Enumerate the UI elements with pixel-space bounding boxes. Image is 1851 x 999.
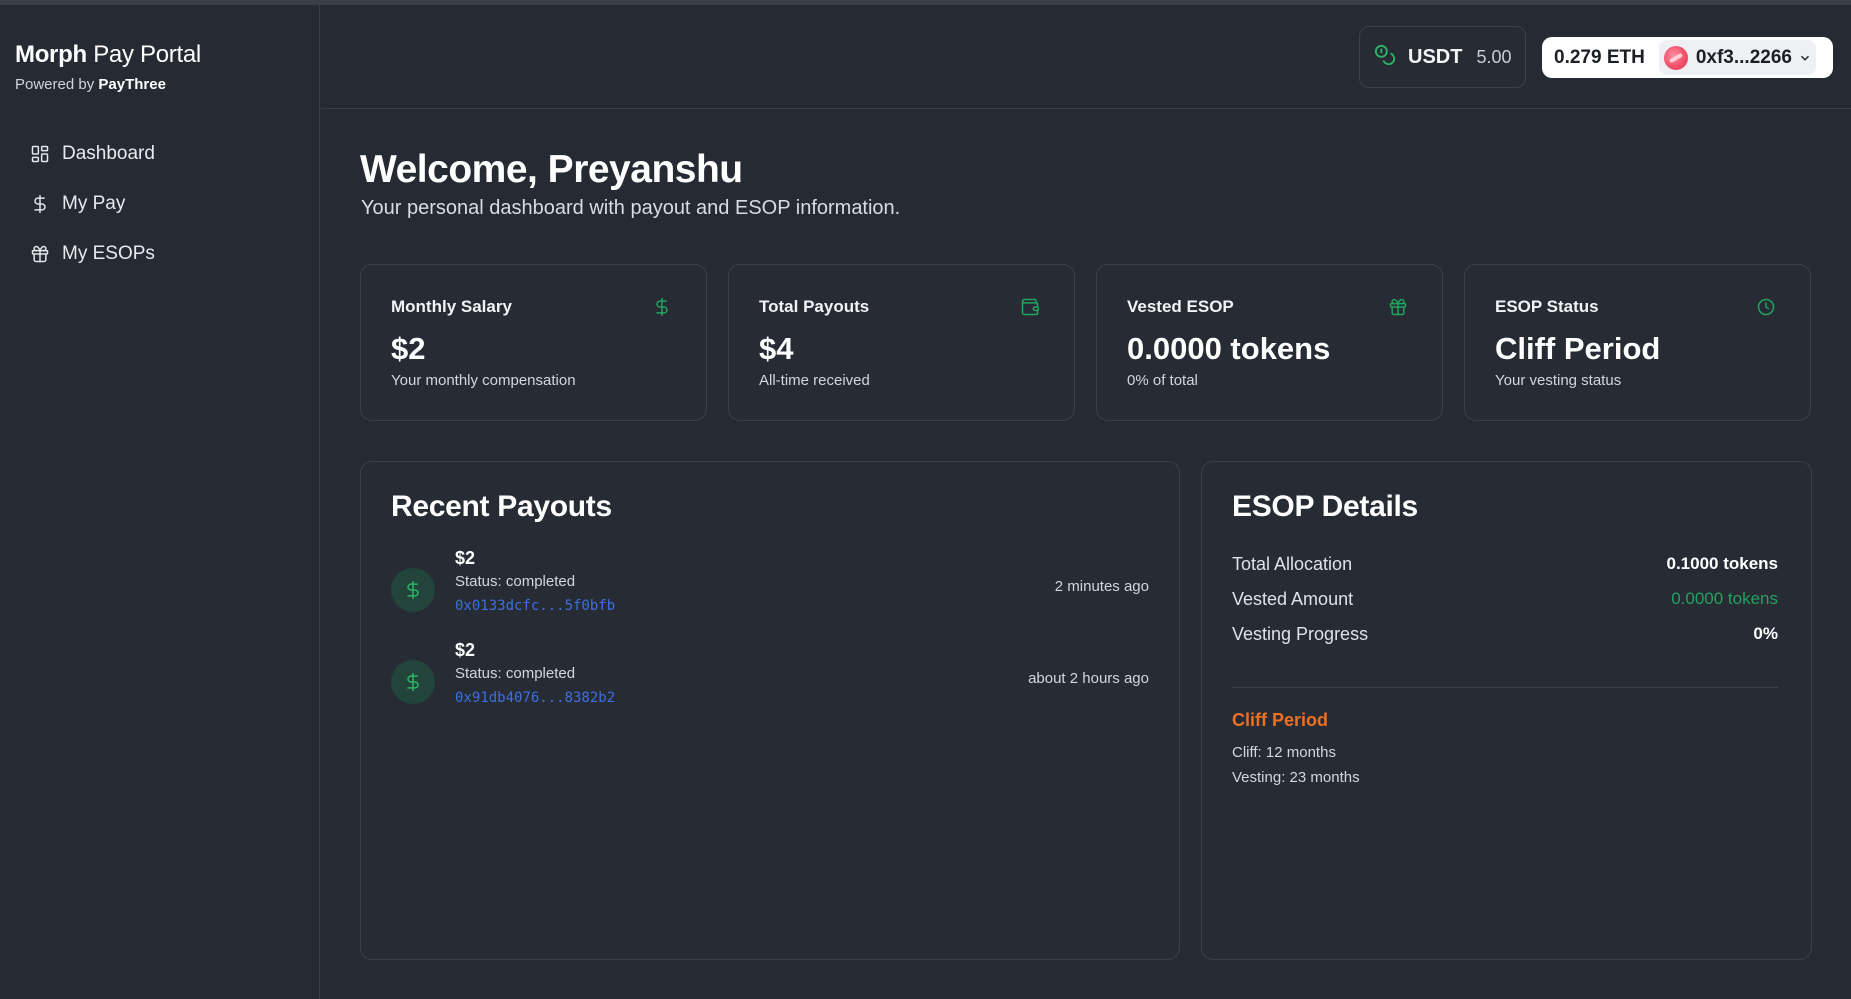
vesting-duration: Vesting: 23 months (1232, 769, 1360, 786)
dollar-icon (30, 194, 50, 214)
chevron-down-icon (1800, 55, 1809, 61)
detail-value: 0.1000 tokens (1666, 554, 1778, 573)
detail-label: Vested Amount (1232, 589, 1354, 609)
sidebar-item-my-esops[interactable]: My ESOPs (30, 229, 155, 279)
dollar-icon (652, 297, 672, 317)
card-note: Your vesting status (1495, 372, 1622, 389)
card-value: 0.0000 tokens (1127, 331, 1331, 366)
payout-time: 2 minutes ago (1054, 578, 1149, 595)
card-value: $4 (759, 331, 794, 366)
card-label: Vested ESOP (1127, 297, 1234, 316)
card-note: All-time received (759, 372, 870, 389)
token-balance: 5.00 (1476, 46, 1512, 67)
card-label: Total Payouts (759, 297, 870, 316)
detail-value: 0.0000 tokens (1671, 589, 1778, 608)
brand-name-light: Pay Portal (93, 41, 201, 68)
avatar (1663, 45, 1688, 70)
payout-status: Status: completed (455, 573, 576, 590)
detail-label: Vesting Progress (1232, 624, 1369, 644)
divider (1232, 687, 1778, 688)
payout-status: Status: completed (455, 665, 576, 682)
token-balance-chip[interactable]: USDT 5.00 (1359, 26, 1526, 88)
stat-card-monthly-salary: Monthly Salary $2 Your monthly compensat… (360, 264, 707, 421)
token-symbol: USDT (1408, 45, 1463, 68)
top-header: USDT 5.00 0.279 ETH 0xf3...2266 (321, 5, 1851, 109)
card-value: Cliff Period (1495, 331, 1661, 366)
stat-card-esop-status: ESOP Status Cliff Period Your vesting st… (1464, 264, 1811, 421)
powered-prefix: Powered by (15, 76, 95, 93)
gift-icon (1388, 297, 1408, 317)
cliff-duration: Cliff: 12 months (1232, 744, 1336, 761)
sidebar: Morph Pay Portal Powered by PayThree Das… (0, 5, 320, 999)
sidebar-item-label: My Pay (62, 193, 126, 214)
wallet-address: 0xf3...2266 (1695, 46, 1792, 68)
brand-title: Morph Pay Portal (15, 41, 201, 69)
detail-value: 0% (1753, 624, 1778, 643)
list-item: $2 Status: completed 0x0133dcfc...5f0bfb… (391, 548, 1149, 628)
page-subtitle: Your personal dashboard with payout and … (361, 197, 901, 219)
dollar-icon (391, 568, 435, 612)
stat-card-vested-esop: Vested ESOP 0.0000 tokens 0% of total (1096, 264, 1443, 421)
card-note: 0% of total (1127, 372, 1198, 389)
stat-card-total-payouts: Total Payouts $4 All-time received (728, 264, 1075, 421)
sidebar-item-dashboard[interactable]: Dashboard (30, 129, 155, 179)
sidebar-nav: Dashboard My Pay My ESOPs (30, 129, 155, 279)
transaction-link[interactable]: 0x0133dcfc...5f0bfb (455, 598, 615, 614)
detail-row-vested-amount: Vested Amount 0.0000 tokens (1232, 589, 1778, 610)
card-note: Your monthly compensation (391, 372, 576, 389)
brand: Morph Pay Portal Powered by PayThree (15, 41, 201, 93)
detail-label: Total Allocation (1232, 554, 1353, 574)
panel-title: ESOP Details (1232, 490, 1418, 523)
brand-powered-by: Powered by PayThree (15, 76, 201, 93)
payout-time: about 2 hours ago (1028, 670, 1149, 687)
sidebar-item-label: My ESOPs (62, 243, 155, 264)
dollar-icon (391, 660, 435, 704)
gift-icon (30, 244, 50, 264)
address-pill: 0xf3...2266 (1658, 40, 1816, 75)
card-value: $2 (391, 331, 426, 366)
recent-payouts-panel: Recent Payouts $2 Status: completed 0x01… (360, 461, 1180, 960)
payout-amount: $2 (455, 640, 476, 660)
page-title: Welcome, Preyanshu (360, 148, 743, 191)
eth-balance: 0.279 ETH (1554, 46, 1645, 68)
layout-grid-icon (30, 144, 50, 164)
payout-amount: $2 (455, 548, 476, 568)
powered-name: PayThree (98, 76, 166, 93)
transaction-link[interactable]: 0x91db4076...8382b2 (455, 690, 615, 706)
list-item: $2 Status: completed 0x91db4076...8382b2… (391, 640, 1149, 720)
vesting-phase: Cliff Period (1232, 710, 1329, 730)
detail-row-vesting-progress: Vesting Progress 0% (1232, 624, 1778, 645)
sidebar-item-my-pay[interactable]: My Pay (30, 179, 155, 229)
card-label: Monthly Salary (391, 297, 512, 316)
detail-row-total-allocation: Total Allocation 0.1000 tokens (1232, 554, 1778, 575)
clock-icon (1756, 297, 1776, 317)
account-button[interactable]: 0.279 ETH 0xf3...2266 (1542, 37, 1833, 78)
wallet-icon (1020, 297, 1040, 317)
sidebar-item-label: Dashboard (62, 143, 155, 164)
coins-icon (1374, 44, 1396, 71)
esop-details-panel: ESOP Details Total Allocation 0.1000 tok… (1201, 461, 1812, 960)
card-label: ESOP Status (1495, 297, 1599, 316)
panel-title: Recent Payouts (391, 490, 612, 523)
brand-name-bold: Morph (15, 41, 87, 68)
